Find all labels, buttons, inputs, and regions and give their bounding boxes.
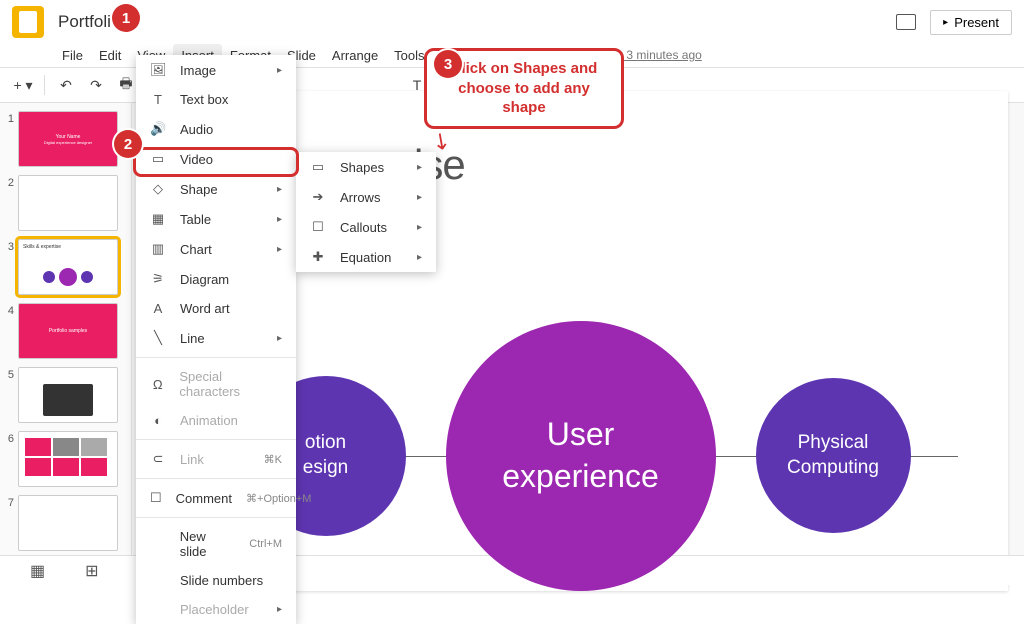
menu-file[interactable]: File	[54, 44, 91, 67]
thumbnail-6[interactable]	[18, 431, 118, 487]
insert-line[interactable]: ╲Line▸	[136, 323, 296, 353]
shape-arrows[interactable]: ➔Arrows▸	[296, 182, 436, 212]
undo-button[interactable]: ↶	[55, 74, 77, 96]
filmstrip-view-icon[interactable]: ⊞	[85, 561, 98, 581]
insert-comment[interactable]: ☐Comment⌘+Option+M	[136, 483, 296, 513]
new-slide-button[interactable]: + ▾	[12, 74, 34, 96]
thumbnail-4[interactable]: Portfolio samples	[18, 303, 118, 359]
insert-animation: ◐Animation	[136, 406, 296, 435]
shape-submenu-dropdown: ▭Shapes▸➔Arrows▸☐Callouts▸✚Equation▸	[296, 152, 436, 272]
shape-callouts[interactable]: ☐Callouts▸	[296, 212, 436, 242]
insert-link: ⊂Link⌘K	[136, 444, 296, 474]
insert-image[interactable]: 🖼Image▸	[136, 55, 296, 85]
menu-edit[interactable]: Edit	[91, 44, 129, 67]
doc-title[interactable]: Portfolio	[58, 12, 120, 32]
annotation-badge-3: 3	[434, 50, 462, 78]
thumbnail-1[interactable]: Your NameDigital experience designer	[18, 111, 118, 167]
insert-chart[interactable]: ▥Chart▸	[136, 234, 296, 264]
circle-physical-computing[interactable]: PhysicalComputing	[756, 378, 911, 533]
circle-user-experience[interactable]: Userexperience	[446, 321, 716, 591]
insert-diagram[interactable]: ⚞Diagram	[136, 264, 296, 294]
shape-equation[interactable]: ✚Equation▸	[296, 242, 436, 272]
redo-button[interactable]: ↷	[85, 74, 107, 96]
slide-thumbnails: 1Your NameDigital experience designer 2 …	[0, 103, 132, 578]
insert-word-art[interactable]: AWord art	[136, 294, 296, 323]
shape-shapes[interactable]: ▭Shapes▸	[296, 152, 436, 182]
menu-arrange[interactable]: Arrange	[324, 44, 386, 67]
thumbnail-3[interactable]: Skills & expertise	[18, 239, 118, 295]
insert-audio[interactable]: 🔊Audio	[136, 114, 296, 144]
grid-view-icon[interactable]: ▦	[30, 561, 45, 581]
thumbnail-2[interactable]	[18, 175, 118, 231]
insert-table[interactable]: ▦Table▸	[136, 204, 296, 234]
print-button[interactable]: 🖶	[115, 74, 137, 96]
thumbnail-5[interactable]	[18, 367, 118, 423]
insert-placeholder: Placeholder▸	[136, 595, 296, 624]
insert-slide-numbers[interactable]: Slide numbers	[136, 566, 296, 595]
thumbnail-7[interactable]	[18, 495, 118, 551]
highlight-shape-item	[133, 147, 299, 177]
comments-icon[interactable]	[896, 14, 916, 30]
annotation-badge-1: 1	[112, 4, 140, 32]
present-button[interactable]: Present	[930, 10, 1012, 35]
insert-shape[interactable]: ◇Shape▸	[136, 174, 296, 204]
annotation-badge-2: 2	[114, 130, 142, 158]
insert-text-box[interactable]: TText box	[136, 85, 296, 114]
insert-menu-dropdown: 🖼Image▸TText box🔊Audio▭Video◇Shape▸▦Tabl…	[136, 55, 296, 624]
app-logo[interactable]	[12, 6, 44, 38]
insert-new-slide[interactable]: New slideCtrl+M	[136, 522, 296, 566]
insert-special-characters: ΩSpecial characters	[136, 362, 296, 406]
